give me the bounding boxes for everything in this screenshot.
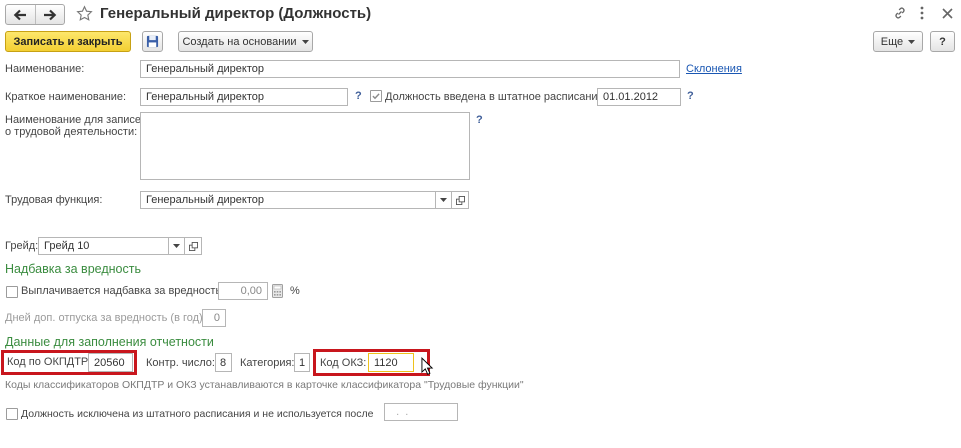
okz-input[interactable] bbox=[368, 353, 414, 372]
declensions-link[interactable]: Склонения bbox=[686, 62, 742, 76]
in-schedule-checkbox[interactable] bbox=[370, 90, 382, 102]
hazard-days-label: Дней доп. отпуска за вредность (в год): bbox=[5, 312, 206, 324]
more-vertical-icon bbox=[920, 6, 924, 20]
save-and-close-button[interactable]: Записать и закрыть bbox=[5, 31, 131, 52]
okpdtr-label: Код по ОКПДТР: bbox=[7, 356, 92, 368]
labor-function-dropdown-button[interactable] bbox=[435, 191, 452, 209]
save-button[interactable] bbox=[142, 31, 163, 52]
work-record-name-textarea[interactable] bbox=[140, 112, 470, 180]
short-name-input[interactable] bbox=[140, 88, 348, 106]
hazard-allowance-input[interactable] bbox=[218, 282, 268, 300]
grade-open-button[interactable] bbox=[184, 237, 202, 255]
create-based-on-button[interactable]: Создать на основании bbox=[178, 31, 313, 52]
classifier-note: Коды классификаторов ОКПДТР и ОКЗ устана… bbox=[5, 379, 524, 391]
help-label: ? bbox=[939, 35, 946, 48]
form-title: Генеральный директор (Должность) bbox=[100, 5, 372, 22]
link-icon bbox=[895, 7, 905, 19]
name-label: Наименование: bbox=[5, 63, 85, 75]
arrow-right-icon bbox=[43, 9, 57, 20]
mouse-cursor bbox=[421, 357, 434, 376]
category-label: Категория: bbox=[240, 357, 295, 369]
name-input[interactable] bbox=[140, 60, 680, 78]
calculator-icon bbox=[271, 284, 283, 298]
checkmark-icon bbox=[372, 93, 380, 100]
control-number-label: Контр. число: bbox=[146, 357, 215, 369]
hazard-days-input[interactable] bbox=[202, 309, 226, 327]
help-button[interactable]: ? bbox=[930, 31, 955, 52]
okz-label: Код ОКЗ: bbox=[320, 357, 367, 369]
chevron-down-icon bbox=[301, 39, 309, 44]
close-button[interactable] bbox=[940, 6, 954, 20]
close-icon bbox=[941, 7, 953, 19]
category-input[interactable] bbox=[294, 353, 310, 372]
open-form-icon bbox=[455, 195, 465, 205]
create-based-on-label: Создать на основании bbox=[182, 35, 297, 48]
in-schedule-date-input[interactable] bbox=[597, 88, 681, 106]
work-record-name-help[interactable]: ? bbox=[476, 113, 483, 127]
excluded-checkbox[interactable] bbox=[6, 408, 18, 420]
chevron-down-icon bbox=[173, 244, 180, 248]
reporting-section-heading: Данные для заполнения отчетности bbox=[5, 335, 214, 349]
arrow-left-icon bbox=[13, 9, 27, 20]
in-schedule-label: Должность введена в штатное расписание bbox=[385, 91, 604, 103]
short-name-label: Краткое наименование: bbox=[5, 91, 127, 103]
grade-dropdown-button[interactable] bbox=[168, 237, 185, 255]
hazard-allowance-checkbox[interactable] bbox=[6, 286, 18, 298]
more-actions-button[interactable] bbox=[916, 6, 928, 20]
control-number-input[interactable] bbox=[215, 353, 232, 372]
star-icon bbox=[76, 5, 93, 21]
chevron-down-icon bbox=[908, 39, 916, 44]
get-link-button[interactable] bbox=[893, 6, 907, 20]
navigation-buttons bbox=[5, 4, 65, 25]
labor-function-input[interactable] bbox=[140, 191, 436, 209]
labor-function-label: Трудовая функция: bbox=[5, 194, 103, 206]
save-and-close-label: Записать и закрыть bbox=[13, 35, 123, 48]
more-button[interactable]: Еще bbox=[873, 31, 923, 52]
hazard-section-heading: Надбавка за вредность bbox=[5, 262, 141, 276]
hazard-allowance-label: Выплачивается надбавка за вредность bbox=[21, 285, 222, 297]
mouse-cursor-icon bbox=[421, 357, 434, 375]
excluded-label: Должность исключена из штатного расписан… bbox=[21, 408, 374, 420]
chevron-down-icon bbox=[440, 198, 447, 202]
more-label: Еще bbox=[880, 35, 904, 48]
calculator-button[interactable] bbox=[270, 283, 284, 299]
back-button[interactable] bbox=[6, 5, 35, 24]
forward-button[interactable] bbox=[34, 5, 65, 24]
okpdtr-input[interactable] bbox=[88, 353, 133, 372]
favorite-star-button[interactable] bbox=[76, 5, 93, 22]
floppy-disk-icon bbox=[146, 35, 159, 48]
in-schedule-help[interactable]: ? bbox=[687, 89, 694, 103]
excluded-date-input[interactable] bbox=[384, 403, 458, 421]
grade-input[interactable] bbox=[38, 237, 169, 255]
percent-label: % bbox=[290, 285, 300, 297]
work-record-name-label: Наименование для записей о трудовой деят… bbox=[5, 114, 148, 138]
labor-function-open-button[interactable] bbox=[451, 191, 469, 209]
open-form-icon bbox=[188, 241, 198, 251]
grade-label: Грейд: bbox=[5, 240, 39, 252]
short-name-help[interactable]: ? bbox=[355, 89, 362, 103]
